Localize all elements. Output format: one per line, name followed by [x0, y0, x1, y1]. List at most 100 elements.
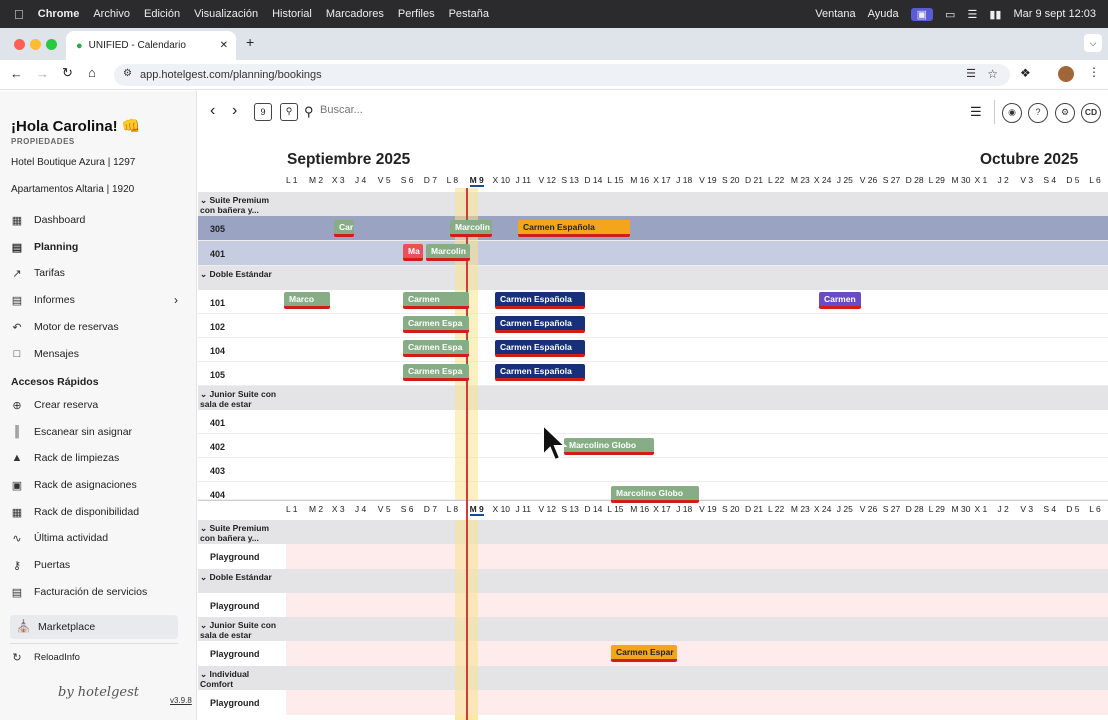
day-header: S 20 — [722, 175, 740, 185]
sidebar-item-informes[interactable]: ▤ Informes › — [10, 291, 178, 309]
next-arrow-icon[interactable]: › — [232, 102, 237, 120]
help-icon[interactable]: ? — [1028, 103, 1048, 123]
browser-tab[interactable]: ● UNIFIED - Calendario ✕ — [66, 31, 236, 60]
day-header: L 29 — [928, 504, 945, 514]
profile-avatar[interactable] — [1058, 66, 1074, 82]
tab-list-icon[interactable]: ⌵ — [1084, 34, 1102, 52]
new-tab-icon[interactable]: + — [246, 34, 254, 50]
room-row[interactable] — [198, 241, 1108, 266]
user-avatar-button[interactable]: CD — [1081, 103, 1101, 123]
quick-item-rack-disponibilidad[interactable]: ▦ Rack de disponibilidad — [10, 503, 139, 521]
booking-block[interactable]: Marcolin — [450, 220, 492, 237]
quick-item-facturacion[interactable]: ▤ Facturación de servicios — [10, 583, 147, 601]
site-info-icon[interactable]: ⚙ — [123, 68, 132, 79]
property-item[interactable]: Hotel Boutique Azura | 1297 — [11, 157, 135, 168]
room-row[interactable] — [198, 314, 1108, 338]
room-row[interactable] — [198, 410, 1108, 434]
address-bar[interactable]: ⚙ app.hotelgest.com/planning/bookings ☰ … — [114, 64, 1010, 86]
menu-item[interactable]: Marcadores — [326, 8, 384, 20]
zoom-window-icon[interactable] — [46, 39, 57, 50]
booking-block[interactable]: Marco — [284, 292, 330, 309]
category-row-band — [198, 520, 1108, 544]
sidebar-item-mensajes[interactable]: □ Mensajes — [10, 345, 79, 363]
booking-block[interactable]: Marcolino Globo — [611, 486, 699, 503]
menu-item[interactable]: Archivo — [93, 8, 130, 20]
battery-icon[interactable]: ▮▮ — [989, 8, 1001, 21]
close-tab-icon[interactable]: ✕ — [220, 40, 228, 51]
properties-label: PROPIEDADES — [11, 137, 75, 146]
day-header: M 2 — [308, 175, 324, 185]
translate-icon[interactable]: ☰ — [966, 67, 976, 80]
day-header: S 13 — [561, 504, 579, 514]
close-window-icon[interactable] — [14, 39, 25, 50]
menu-app-name[interactable]: Chrome — [38, 8, 80, 20]
booking-block[interactable]: Carmen Española — [518, 220, 630, 237]
date-search-icon[interactable]: ⚲ — [280, 103, 298, 121]
sidebar-item-dashboard[interactable]: ▦ Dashboard — [10, 211, 86, 229]
reload-info-button[interactable]: ↻ ReloadInfo — [10, 648, 80, 666]
marketplace-button[interactable]: ⛪ Marketplace — [10, 615, 178, 639]
prev-arrow-icon[interactable]: ‹ — [210, 102, 215, 120]
menu-item[interactable]: Ventana — [815, 8, 855, 20]
quick-item-crear-reserva[interactable]: ⊕ Crear reserva — [10, 396, 98, 414]
menu-item[interactable]: Pestaña — [449, 8, 489, 20]
today-calendar-icon[interactable]: 9 — [254, 103, 272, 121]
booking-block[interactable]: Carmen Española — [495, 292, 585, 309]
quick-item-puertas[interactable]: ⚷ Puertas — [10, 556, 70, 574]
home-icon[interactable]: ⌂ — [88, 65, 96, 80]
quick-item-escanear[interactable]: ║ Escanear sin asignar — [10, 423, 132, 441]
menu-item[interactable]: Ayuda — [868, 8, 899, 20]
extensions-icon[interactable]: ❖ — [1020, 66, 1031, 80]
booking-block[interactable]: Carmen Española — [495, 316, 585, 333]
sidebar-item-tarifas[interactable]: ↗ Tarifas — [10, 264, 65, 282]
property-item[interactable]: Apartamentos Altaria | 1920 — [11, 184, 134, 195]
booking-block[interactable]: Car — [334, 220, 354, 237]
sidebar-item-label: Planning — [34, 241, 79, 253]
room-row[interactable] — [198, 458, 1108, 482]
settings-gear-icon[interactable]: ⚙ — [1055, 103, 1075, 123]
room-row[interactable] — [198, 338, 1108, 362]
bookmark-star-icon[interactable]: ☆ — [987, 67, 998, 81]
bell-icon[interactable]: ◉ — [1002, 103, 1022, 123]
version-label[interactable]: v3.9.8 — [170, 696, 192, 705]
booking-block[interactable]: Carmen Espa — [403, 364, 469, 381]
menu-item[interactable]: Perfiles — [398, 8, 435, 20]
room-row[interactable] — [198, 593, 1108, 617]
more-menu-icon[interactable]: ⋮ — [1088, 65, 1100, 79]
sidebar-item-planning[interactable]: ▤ Planning — [10, 238, 79, 256]
divider — [994, 100, 995, 124]
filter-icon[interactable]: ☰ — [970, 104, 982, 120]
search-input[interactable] — [320, 104, 480, 116]
booking-block[interactable]: Marcolin — [426, 244, 470, 261]
reload-icon[interactable]: ↻ — [62, 65, 73, 81]
room-row[interactable] — [198, 544, 1108, 569]
booking-block[interactable]: Carmen Espa — [403, 316, 469, 333]
back-icon[interactable]: ← — [10, 66, 23, 81]
sidebar-item-motor[interactable]: ↶ Motor de reservas — [10, 318, 118, 336]
quick-item-rack-asignaciones[interactable]: ▣ Rack de asignaciones — [10, 476, 137, 494]
day-header: S 4 — [1043, 175, 1057, 185]
booking-block[interactable]: Carmen Española — [495, 340, 585, 357]
booking-block[interactable]: Carmen — [403, 292, 469, 309]
quick-item-rack-limpiezas[interactable]: ▲ Rack de limpiezas — [10, 449, 120, 467]
room-row[interactable] — [198, 690, 1108, 715]
forward-icon[interactable]: → — [36, 66, 49, 81]
wifi-icon[interactable]: ☰ — [967, 8, 977, 21]
room-row[interactable] — [198, 362, 1108, 386]
clock-text[interactable]: Mar 9 sept 12:03 — [1013, 8, 1096, 20]
menu-item[interactable]: Edición — [144, 8, 180, 20]
booking-block[interactable]: Carmen Espar — [611, 645, 677, 662]
quick-item-ultima-actividad[interactable]: ∿ Última actividad — [10, 529, 108, 547]
booking-block[interactable]: Ma — [403, 244, 423, 261]
booking-block[interactable]: Marcolino Globo — [564, 438, 654, 455]
room-row[interactable] — [198, 290, 1108, 314]
minimize-window-icon[interactable] — [30, 39, 41, 50]
booking-block[interactable]: Carmen Espa — [403, 340, 469, 357]
menu-item[interactable]: Historial — [272, 8, 312, 20]
menu-item[interactable]: Visualización — [194, 8, 258, 20]
screen-record-icon[interactable]: ▣ — [910, 7, 934, 21]
display-icon[interactable]: ▭ — [945, 8, 955, 21]
apple-icon[interactable]:  — [14, 7, 24, 22]
booking-block[interactable]: Carmen Española — [495, 364, 585, 381]
booking-block[interactable]: Carmen — [819, 292, 861, 309]
